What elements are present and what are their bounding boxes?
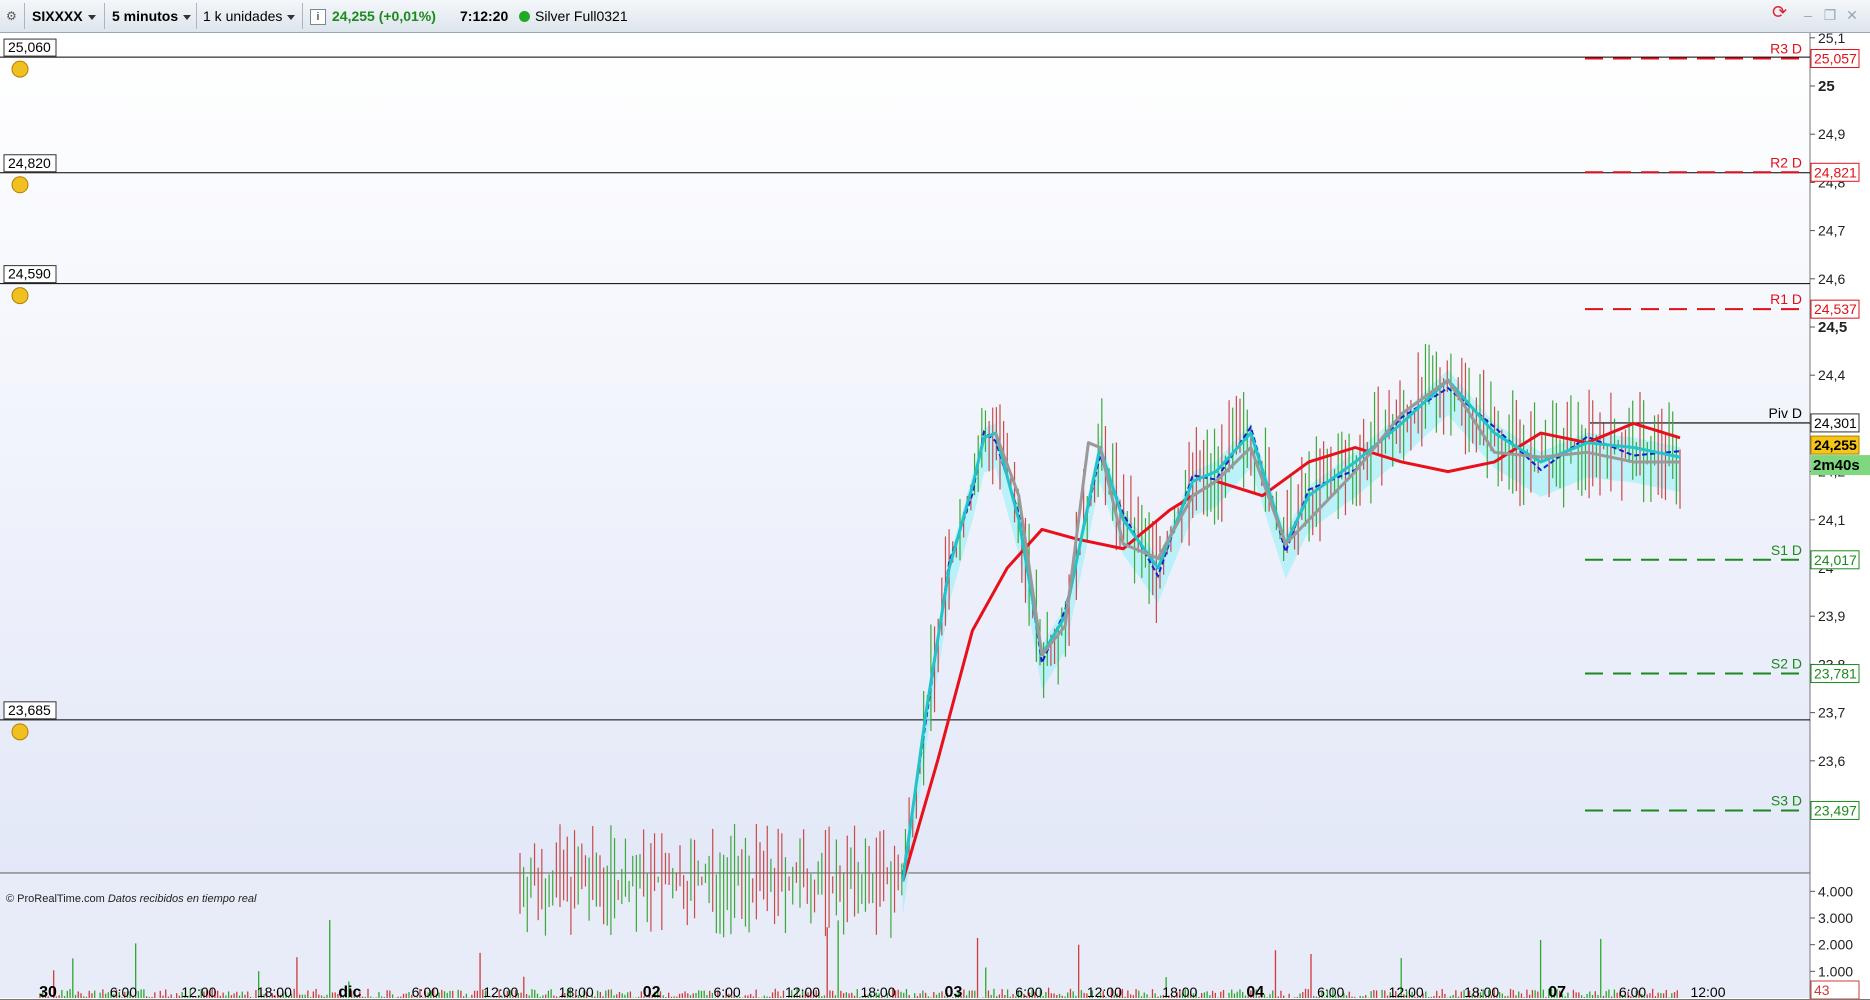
symbol-selector[interactable]: SIXXXX [32, 5, 96, 27]
pivot-name: S3 D [1771, 792, 1802, 808]
y-tick-label: 24,6 [1818, 271, 1845, 287]
bell-icon [11, 723, 29, 741]
alert-label: 23,685 [8, 702, 51, 718]
x-tick-label: 07 [1548, 984, 1566, 1000]
pivot-value: 24,821 [1814, 164, 1857, 180]
volume-tick-label: 3.000 [1818, 910, 1853, 926]
y-tick-label: 24,5 [1818, 319, 1847, 336]
timeframe-selector[interactable]: 5 minutos [112, 5, 192, 27]
volume-tick-label: 1.000 [1818, 963, 1853, 979]
x-tick-label: 03 [945, 984, 963, 1000]
pivot-value: 23,781 [1814, 666, 1857, 682]
countdown-label: 2m40s [1813, 457, 1860, 474]
y-tick-label: 23,6 [1818, 753, 1845, 769]
alert-label: 24,590 [8, 266, 51, 282]
x-tick-label: 30 [39, 984, 57, 1000]
volume-last-label: 43 [1814, 982, 1830, 998]
y-tick-label: 24,4 [1818, 367, 1845, 383]
pivot-value: 23,497 [1814, 802, 1857, 818]
pivot-name: R3 D [1770, 41, 1802, 57]
x-tick-label: 6:00 [1317, 984, 1344, 1000]
info-icon[interactable]: i [310, 9, 326, 25]
bell-icon [11, 60, 29, 78]
x-tick-label: 6:00 [412, 984, 439, 1000]
bell-icon [11, 287, 29, 305]
volume-tick-label: 4.000 [1818, 883, 1853, 899]
x-tick-label: 12:00 [1690, 984, 1725, 1000]
x-tick-label: 6:00 [713, 984, 740, 1000]
pivot-name: S2 D [1771, 656, 1802, 672]
y-tick-label: 25 [1818, 78, 1835, 95]
x-tick-label: 18:00 [1162, 984, 1197, 1000]
current-price-label: 24,255 [1814, 437, 1857, 453]
y-tick-label: 23,7 [1818, 705, 1845, 721]
chart-area[interactable]: 25,12524,924,824,724,624,524,424,324,224… [0, 33, 1870, 1000]
x-tick-label: 18:00 [257, 984, 292, 1000]
y-tick-label: 25,1 [1818, 33, 1845, 46]
top-toolbar: ⚙ SIXXXX 5 minutos 1 k unidades i 24,255… [0, 0, 1870, 33]
pivot-value: 24,537 [1814, 301, 1857, 317]
x-tick-label: dic [338, 984, 361, 1000]
restore-icon[interactable]: ❐ [1823, 8, 1837, 22]
data-source-note: © ProRealTime.com Datos recibidos en tie… [6, 893, 257, 905]
x-tick-label: 18:00 [1464, 984, 1499, 1000]
x-tick-label: 12:00 [181, 984, 216, 1000]
refresh-icon[interactable]: ⟳ [1772, 3, 1787, 21]
bell-icon [11, 176, 29, 194]
x-tick-label: 18:00 [860, 984, 895, 1000]
y-tick-label: 24,9 [1818, 126, 1845, 142]
clock: 7:12:20 [460, 8, 509, 24]
pivot-name: Piv D [1769, 405, 1802, 421]
units-selector[interactable]: 1 k unidades [203, 5, 296, 27]
pivot-name: R2 D [1770, 154, 1802, 170]
close-icon[interactable]: ✕ [1845, 8, 1859, 22]
settings-gear-icon[interactable]: ⚙ [6, 5, 17, 27]
minimize-icon[interactable]: – [1801, 8, 1815, 22]
x-tick-label: 18:00 [559, 984, 594, 1000]
x-tick-label: 12:00 [1389, 984, 1424, 1000]
pivot-name: S1 D [1771, 542, 1802, 558]
x-tick-label: 12:00 [1087, 984, 1122, 1000]
y-tick-label: 24,7 [1818, 223, 1845, 239]
pivot-value: 24,301 [1814, 415, 1857, 431]
x-tick-label: 04 [1246, 984, 1264, 1000]
x-tick-label: 02 [643, 984, 661, 1000]
pivot-value: 25,057 [1814, 51, 1857, 67]
alert-label: 25,060 [8, 39, 51, 55]
alert-label: 24,820 [8, 155, 51, 171]
price-chart[interactable]: 25,12524,924,824,724,624,524,424,324,224… [0, 33, 1870, 1000]
volume-tick-label: 2.000 [1818, 937, 1853, 953]
pivot-value: 24,017 [1814, 552, 1857, 568]
x-tick-label: 12:00 [483, 984, 518, 1000]
pivot-name: R1 D [1770, 291, 1802, 307]
y-tick-label: 24,1 [1818, 512, 1845, 528]
status-dot-icon [519, 11, 530, 22]
feed-name: Silver Full0321 [535, 8, 628, 24]
x-tick-label: 6:00 [110, 984, 137, 1000]
x-tick-label: 12:00 [785, 984, 820, 1000]
x-tick-label: 6:00 [1015, 984, 1042, 1000]
x-tick-label: 6:00 [1619, 984, 1646, 1000]
last-price: 24,255 (+0,01%) [332, 8, 436, 24]
y-tick-label: 23,9 [1818, 608, 1845, 624]
